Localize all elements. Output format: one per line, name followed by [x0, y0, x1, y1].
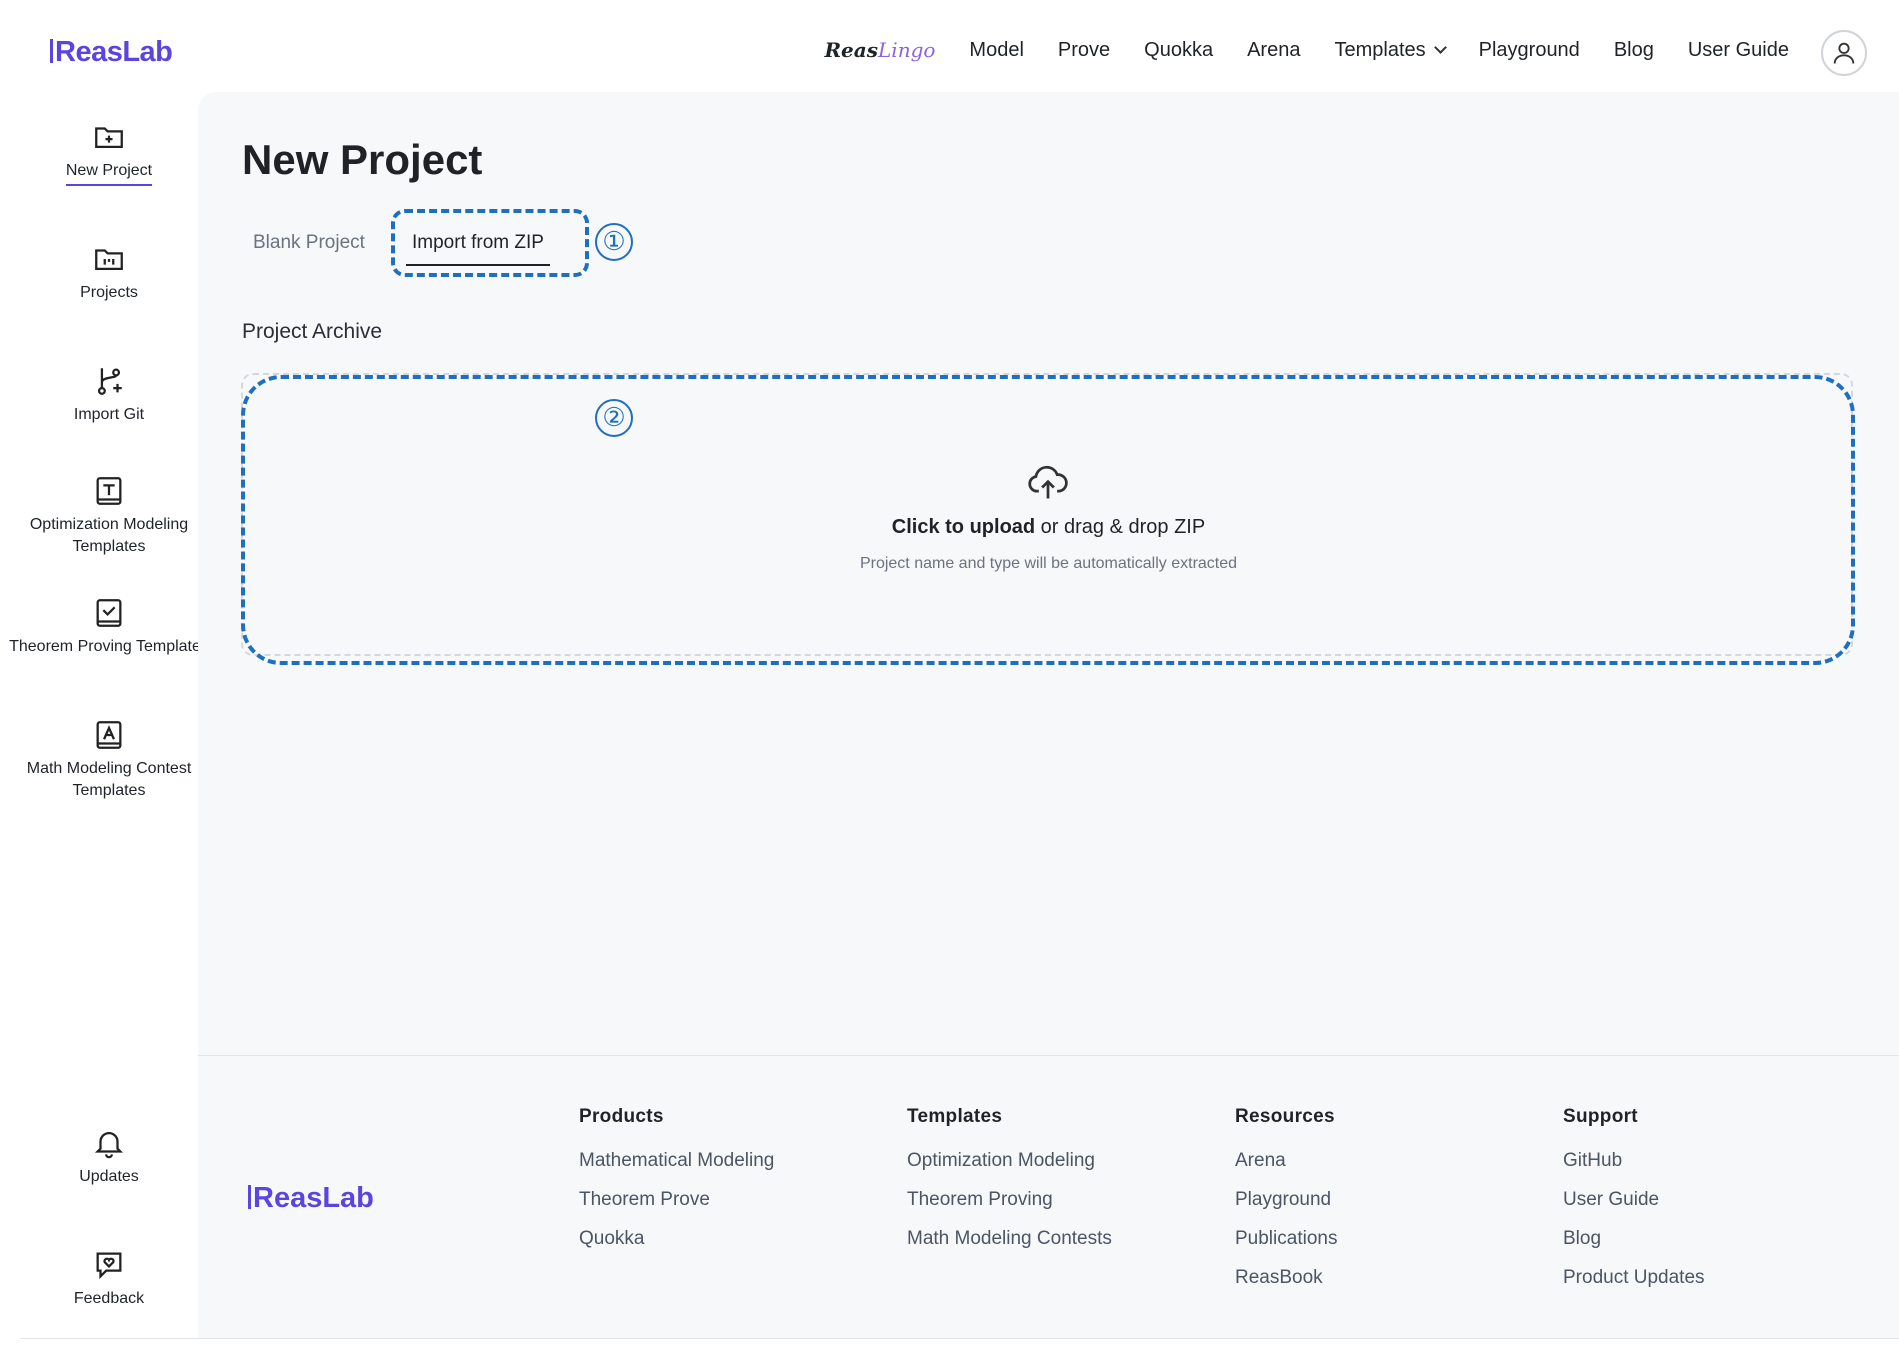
footer: ReasLab Products Mathematical Modeling T… — [198, 1055, 1899, 1339]
sidebar-item-new-project[interactable]: New Project — [0, 120, 218, 186]
user-icon — [1833, 42, 1855, 64]
footer-link[interactable]: Theorem Proving — [907, 1189, 1112, 1211]
sidebar-item-label: Projects — [80, 284, 138, 301]
section-label-project-archive: Project Archive — [242, 320, 383, 343]
template-text-icon — [96, 477, 122, 505]
sidebar-item-contest-templates[interactable]: Math Modeling Contest Templates — [0, 718, 218, 802]
nav-user-guide[interactable]: User Guide — [1688, 39, 1789, 62]
tab-blank-project[interactable]: Blank Project — [253, 232, 365, 254]
footer-link[interactable]: Math Modeling Contests — [907, 1228, 1112, 1250]
sidebar-item-label: Theorem Proving Templates — [9, 638, 209, 655]
footer-link[interactable]: GitHub — [1563, 1150, 1705, 1172]
sidebar-item-updates[interactable]: Updates — [0, 1126, 218, 1188]
annotation-box-1 — [391, 209, 589, 277]
footer-column-products: Products Mathematical Modeling Theorem P… — [579, 1106, 774, 1267]
footer-column-title: Support — [1563, 1106, 1638, 1127]
footer-link[interactable]: Arena — [1235, 1150, 1337, 1172]
footer-column-title: Products — [579, 1106, 664, 1127]
footer-link[interactable]: Mathematical Modeling — [579, 1150, 774, 1172]
sidebar-item-label: New Project — [65, 160, 153, 186]
nav-playground[interactable]: Playground — [1479, 39, 1580, 62]
chevron-down-icon — [1433, 40, 1447, 54]
cloud-upload-icon — [1028, 465, 1068, 499]
sidebar: New Project Projects Import Git Optimiza… — [0, 92, 209, 1346]
sidebar-item-projects[interactable]: Projects — [0, 242, 218, 304]
nav-prove[interactable]: Prove — [1058, 39, 1110, 62]
footer-link[interactable]: Blog — [1563, 1228, 1705, 1250]
sidebar-item-label: Optimization Modeling Templates — [29, 516, 189, 555]
sidebar-item-optimization-templates[interactable]: Optimization Modeling Templates — [0, 474, 218, 558]
header-logo[interactable]: ReasLab — [50, 36, 173, 69]
annotation-number-1: ① — [595, 223, 633, 261]
nav-templates[interactable]: Templates — [1334, 39, 1447, 62]
footer-column-templates: Templates Optimization Modeling Theorem … — [907, 1106, 1112, 1267]
sidebar-item-theorem-templates[interactable]: Theorem Proving Templates — [0, 596, 218, 658]
footer-link[interactable]: Optimization Modeling — [907, 1150, 1112, 1172]
nav-model[interactable]: Model — [969, 39, 1023, 62]
upload-hint: Project name and type will be automatica… — [859, 555, 1238, 572]
nav-blog[interactable]: Blog — [1614, 39, 1654, 62]
top-nav: ReasLingo Model Prove Quokka Arena Templ… — [824, 38, 1789, 62]
feedback-icon — [96, 1252, 122, 1280]
footer-link[interactable]: Quokka — [579, 1228, 774, 1250]
footer-column-title: Resources — [1235, 1106, 1335, 1127]
footer-logo[interactable]: ReasLab — [248, 1182, 374, 1215]
upload-instruction: Click to upload or drag & drop ZIP — [891, 516, 1206, 538]
page-title: New Project — [242, 136, 483, 183]
nav-quokka[interactable]: Quokka — [1144, 39, 1213, 62]
footer-column-support: Support GitHub User Guide Blog Product U… — [1563, 1106, 1705, 1306]
nav-reaslingo[interactable]: ReasLingo — [824, 38, 935, 62]
footer-link[interactable]: Publications — [1235, 1228, 1337, 1250]
annotation-number-2: ② — [595, 399, 633, 437]
footer-link[interactable]: Playground — [1235, 1189, 1337, 1211]
footer-link[interactable]: Theorem Prove — [579, 1189, 774, 1211]
git-branch-icon — [97, 368, 122, 395]
main-panel: New Project Blank Project Import from ZI… — [198, 92, 1899, 1055]
bell-icon — [94, 1132, 124, 1159]
sidebar-item-feedback[interactable]: Feedback — [0, 1248, 218, 1310]
folder-plus-icon — [95, 127, 123, 149]
sidebar-item-label: Math Modeling Contest Templates — [26, 760, 192, 799]
footer-column-resources: Resources Arena Playground Publications … — [1235, 1106, 1337, 1306]
click-to-upload-link[interactable]: Click to upload — [892, 516, 1035, 538]
template-check-icon — [96, 599, 122, 627]
footer-link[interactable]: User Guide — [1563, 1189, 1705, 1211]
nav-arena[interactable]: Arena — [1247, 39, 1300, 62]
template-a-icon — [96, 721, 122, 749]
folder-icon — [95, 249, 123, 271]
sidebar-item-label: Updates — [79, 1168, 139, 1185]
sidebar-item-import-git[interactable]: Import Git — [0, 364, 218, 426]
sidebar-item-label: Feedback — [73, 1290, 145, 1307]
sidebar-item-label: Import Git — [73, 406, 145, 423]
footer-link[interactable]: ReasBook — [1235, 1267, 1337, 1289]
user-avatar-button[interactable] — [1821, 30, 1867, 76]
footer-link[interactable]: Product Updates — [1563, 1267, 1705, 1289]
footer-column-title: Templates — [907, 1106, 1003, 1127]
page-bottom-divider — [20, 1338, 1899, 1339]
